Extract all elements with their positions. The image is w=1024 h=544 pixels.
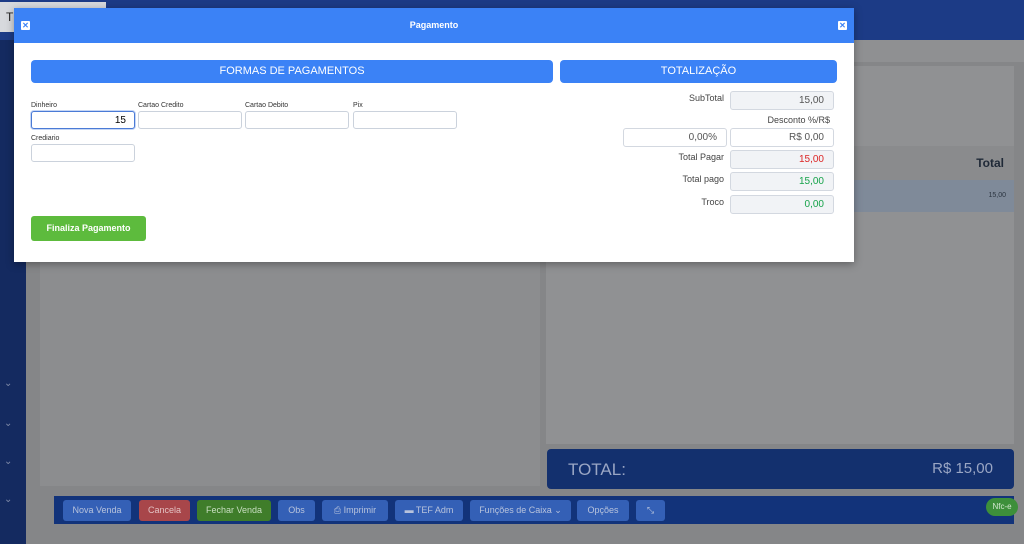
cancela-button[interactable]: Cancela	[139, 500, 190, 521]
funcoes-caixa-label: Funções de Caixa	[479, 505, 552, 515]
desconto-percent-input[interactable]: 0,00%	[623, 128, 727, 147]
modal-title: Pagamento	[409, 20, 459, 30]
crediario-input[interactable]	[31, 144, 135, 162]
total-pagar-label: Total Pagar	[678, 152, 724, 162]
total-bar: TOTAL: R$ 15,00	[547, 449, 1014, 489]
total-value: R$ 15,00	[932, 460, 993, 477]
dinheiro-label: Dinheiro	[31, 102, 58, 109]
close-icon[interactable]: ✕	[838, 21, 847, 30]
total-pago-value: 15,00	[730, 172, 834, 191]
payment-modal: ✕ Pagamento ✕ FORMAS DE PAGAMENTOS TOTAL…	[14, 8, 854, 262]
printer-icon: ⎙	[333, 505, 342, 515]
total-pagar-value: 15,00	[730, 150, 834, 169]
total-column-header: Total	[976, 156, 1004, 170]
nova-venda-button[interactable]: Nova Venda	[63, 500, 131, 521]
chevron-down-icon[interactable]: ⌄	[4, 418, 12, 429]
totalizacao-header: TOTALIZAÇÃO	[560, 60, 837, 83]
cartao-debito-label: Cartao Debito	[245, 102, 289, 109]
total-label: TOTAL:	[568, 460, 626, 479]
imprimir-button[interactable]: ⎙ Imprimir	[322, 500, 388, 521]
nfce-badge[interactable]: Nfc-e	[986, 498, 1018, 516]
formas-pagamento-header: FORMAS DE PAGAMENTOS	[31, 60, 553, 83]
crediario-label: Crediario	[31, 135, 60, 142]
troco-value: 0,00	[730, 195, 834, 214]
card-icon: ▬	[404, 505, 414, 515]
bottom-toolbar: Nova Venda Cancela Fechar Venda Obs ⎙ Im…	[54, 496, 1014, 524]
chevron-down-icon[interactable]: ⌄	[4, 456, 12, 467]
imprimir-label: Imprimir	[343, 505, 377, 515]
finaliza-pagamento-button[interactable]: Finaliza Pagamento	[31, 216, 146, 241]
total-pago-label: Total pago	[682, 174, 724, 184]
tef-adm-button[interactable]: ▬ TEF Adm	[395, 500, 463, 521]
dinheiro-input[interactable]	[31, 111, 135, 129]
troco-label: Troco	[701, 197, 724, 207]
obs-button[interactable]: Obs	[278, 500, 315, 521]
pix-label: Pix	[353, 102, 363, 109]
desconto-label: Desconto %/R$	[767, 115, 830, 125]
cartao-debito-input[interactable]	[245, 111, 349, 129]
cartao-credito-label: Cartao Credito	[138, 102, 184, 109]
row-total: 15,00	[988, 192, 1006, 199]
chevron-down-icon[interactable]: ⌄	[4, 494, 12, 505]
cartao-credito-input[interactable]	[138, 111, 242, 129]
opcoes-button[interactable]: Opções	[577, 500, 629, 521]
expand-icon[interactable]: ⤡	[636, 500, 665, 521]
funcoes-caixa-dropdown[interactable]: Funções de Caixa ⌄	[470, 500, 571, 521]
chevron-down-icon[interactable]: ⌄	[4, 378, 12, 389]
pix-input[interactable]	[353, 111, 457, 129]
subtotal-value: 15,00	[730, 91, 834, 110]
modal-header: ✕ Pagamento ✕	[14, 8, 854, 43]
chevron-down-icon: ⌄	[554, 505, 562, 515]
subtotal-label: SubTotal	[688, 93, 724, 103]
tef-adm-label: TEF Adm	[415, 505, 454, 515]
fechar-venda-button[interactable]: Fechar Venda	[197, 500, 271, 521]
desconto-value-input[interactable]: R$ 0,00	[730, 128, 834, 147]
